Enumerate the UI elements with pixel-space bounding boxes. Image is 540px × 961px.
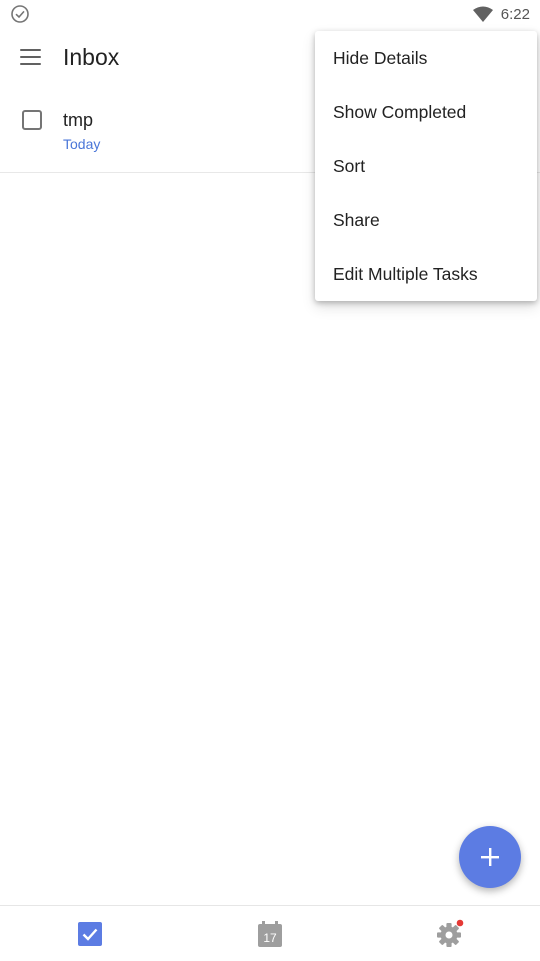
notification-badge [456, 919, 464, 926]
add-task-button[interactable] [459, 826, 521, 888]
status-bar: 6:22 [0, 0, 540, 28]
menu-item-show-completed[interactable]: Show Completed [315, 85, 537, 139]
wifi-icon [472, 6, 493, 22]
nav-tasks[interactable] [0, 906, 180, 961]
calendar-day: 17 [263, 931, 277, 945]
menu-item-sort[interactable]: Sort [315, 139, 537, 193]
check-circle-icon [11, 5, 29, 23]
status-time: 6:22 [500, 5, 530, 23]
gear-icon [437, 919, 464, 947]
bottom-nav: 17 [0, 905, 540, 961]
menu-item-edit-multiple-tasks[interactable]: Edit Multiple Tasks [315, 247, 537, 301]
hamburger-menu-icon[interactable] [16, 46, 48, 70]
nav-calendar[interactable]: 17 [180, 906, 360, 961]
task-due-date: Today [63, 136, 101, 152]
plus-icon [481, 848, 499, 866]
task-title: tmp [63, 110, 94, 130]
page-title: Inbox [63, 44, 120, 70]
task-checkbox[interactable] [22, 110, 42, 130]
overflow-menu: Hide Details Show Completed Sort Share E… [315, 31, 537, 301]
checkbox-icon [78, 921, 102, 946]
menu-item-share[interactable]: Share [315, 193, 537, 247]
nav-settings[interactable] [360, 906, 540, 961]
calendar-icon: 17 [258, 920, 282, 947]
status-right: 6:22 [472, 3, 530, 25]
menu-item-hide-details[interactable]: Hide Details [315, 31, 537, 85]
